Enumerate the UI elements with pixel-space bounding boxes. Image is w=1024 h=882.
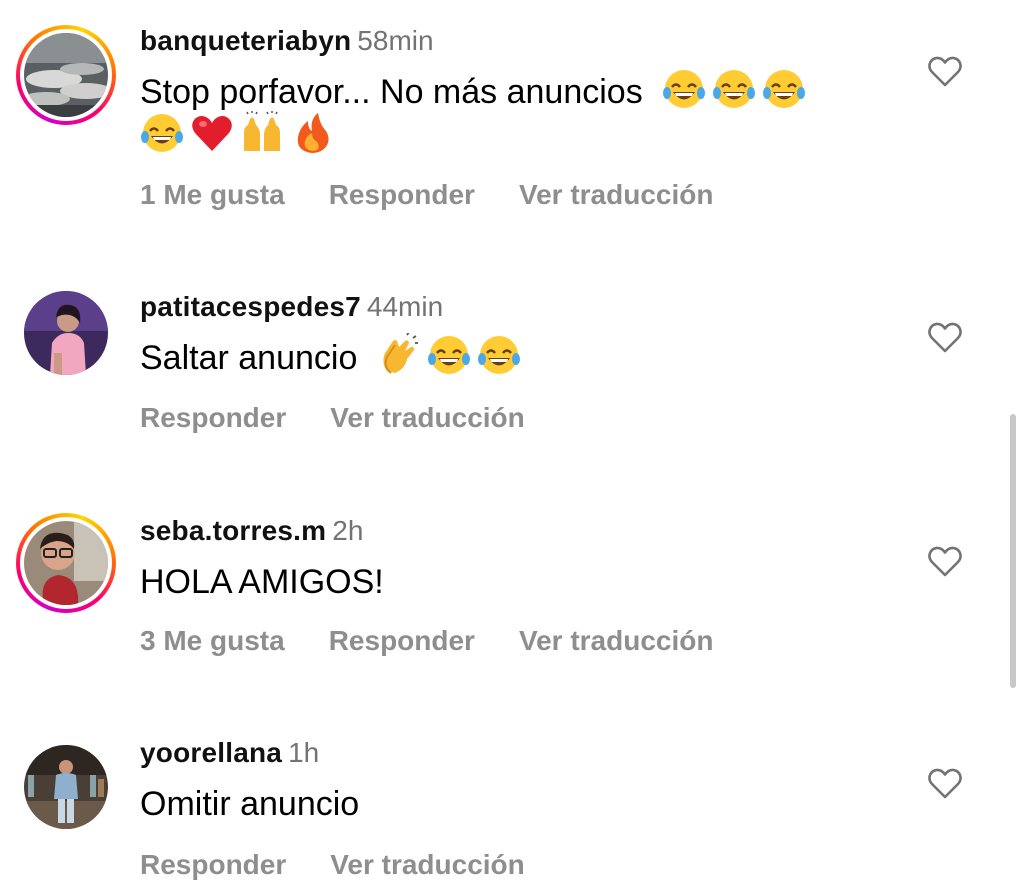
laughing-emoji — [712, 67, 756, 111]
heart-icon[interactable] — [928, 768, 962, 800]
comment-item: seba.torres.m 2h HOLA AMIGOS! 3 Me gusta R… — [0, 480, 1024, 710]
reply-button[interactable]: Responder — [140, 402, 286, 433]
heart-icon[interactable] — [928, 546, 962, 578]
comment-text: Omitir anuncio — [140, 778, 359, 830]
see-translation-button[interactable]: Ver traducción — [519, 625, 714, 656]
avatar-story-ring[interactable] — [16, 513, 116, 613]
reply-button[interactable]: Responder — [329, 625, 475, 656]
timestamp: 44min — [366, 291, 444, 322]
laughing-emoji — [477, 333, 521, 377]
comment-text-content: Saltar anuncio — [140, 339, 358, 377]
see-translation-button[interactable]: Ver traducción — [330, 849, 525, 880]
reply-button[interactable]: Responder — [140, 849, 286, 880]
avatar-story-ring[interactable] — [16, 25, 116, 125]
scrollbar[interactable] — [1010, 414, 1016, 688]
timestamp: 58min — [357, 25, 434, 56]
avatar — [24, 291, 108, 375]
comment-header: yoorellana 1h — [140, 736, 319, 770]
comment-header: seba.torres.m 2h — [140, 514, 363, 548]
laughing-emoji — [762, 67, 806, 111]
comment-actions: Responder Ver traducción — [140, 401, 569, 435]
comment-header: banqueteriabyn 58min — [140, 24, 434, 58]
see-translation-button[interactable]: Ver traducción — [519, 179, 714, 210]
likes-count-button[interactable]: 3 Me gusta — [140, 625, 285, 656]
heart-icon[interactable] — [928, 322, 962, 354]
avatar — [24, 745, 108, 829]
raising-hands-emoji — [240, 111, 284, 155]
clapping-hands-emoji — [377, 333, 421, 377]
comment-actions: Responder Ver traducción — [140, 848, 569, 882]
avatar — [24, 521, 108, 605]
laughing-emoji — [662, 67, 706, 111]
comment-text: HOLA AMIGOS! — [140, 556, 384, 608]
comment-item: banqueteriabyn 58min Stop porfavor... No … — [0, 0, 1024, 250]
comment-text-content: Omitir anuncio — [140, 785, 360, 823]
username[interactable]: banqueteriabyn — [140, 25, 351, 56]
avatar-container[interactable] — [16, 737, 116, 837]
comment-item: yoorellana 1h Omitir anuncio Responder Ver… — [0, 710, 1024, 880]
username[interactable]: yoorellana — [140, 737, 282, 768]
red-heart-emoji — [190, 111, 234, 155]
comment-text-line2 — [140, 110, 340, 162]
comment-header: patitacespedes7 44min — [140, 290, 443, 324]
comment-text-content: Stop porfavor... No más anuncios — [140, 73, 643, 111]
comment-text-content: HOLA AMIGOS! — [140, 563, 384, 601]
avatar-container[interactable] — [16, 283, 116, 383]
comment-actions: 1 Me gusta Responder Ver traducción — [140, 178, 757, 212]
timestamp: 2h — [332, 515, 364, 546]
username[interactable]: patitacespedes7 — [140, 291, 361, 322]
reply-button[interactable]: Responder — [329, 179, 475, 210]
timestamp: 1h — [288, 737, 320, 768]
username[interactable]: seba.torres.m — [140, 515, 326, 546]
likes-count-button[interactable]: 1 Me gusta — [140, 179, 285, 210]
comment-actions: 3 Me gusta Responder Ver traducción — [140, 624, 757, 658]
laughing-emoji — [140, 111, 184, 155]
comment-text: Saltar anuncio — [140, 332, 527, 384]
heart-icon[interactable] — [928, 56, 962, 88]
fire-emoji — [290, 111, 334, 155]
see-translation-button[interactable]: Ver traducción — [330, 402, 525, 433]
comment-item: patitacespedes7 44min Saltar anuncio Resp… — [0, 250, 1024, 480]
avatar — [24, 33, 108, 117]
laughing-emoji — [427, 333, 471, 377]
